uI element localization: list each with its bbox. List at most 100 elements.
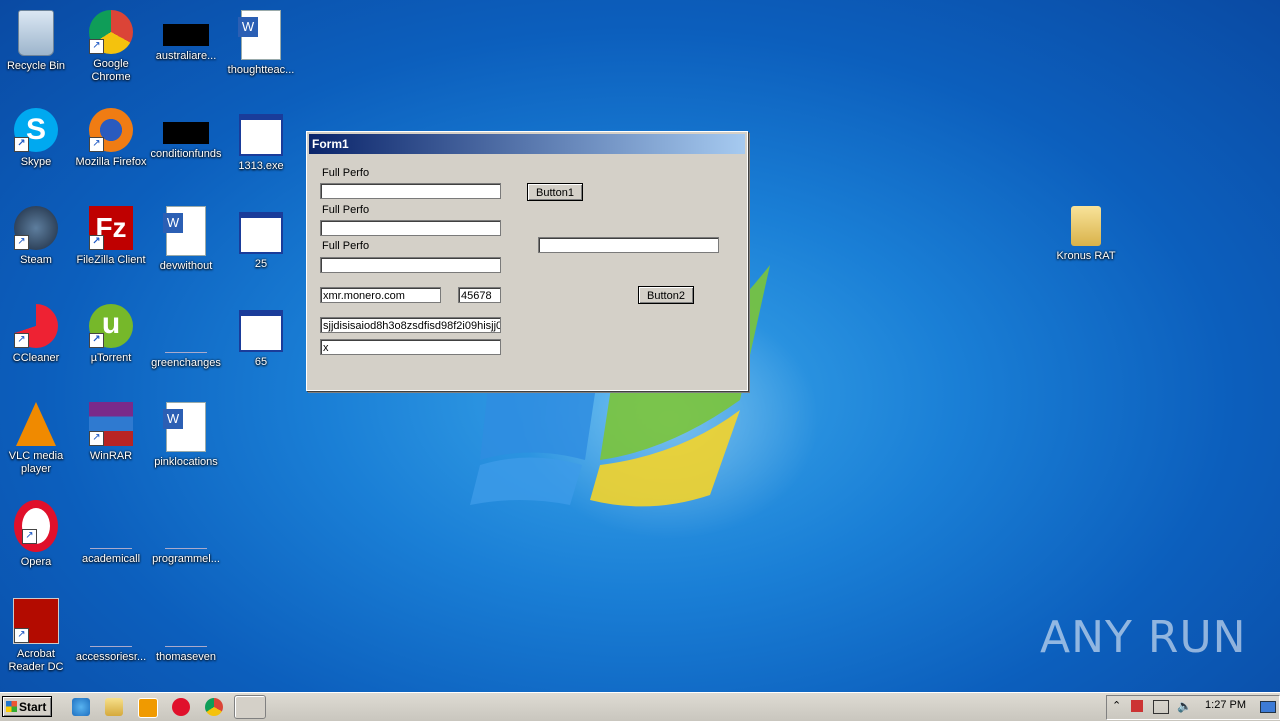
textbox-2[interactable]: [320, 220, 501, 236]
desktop-icon-65[interactable]: 65: [223, 300, 299, 369]
blank-file-icon: [90, 500, 132, 549]
desktop-icon-label: VLC media player: [8, 450, 64, 475]
firefox-icon: ↗: [89, 108, 133, 152]
desktop-icon-kronus-rat[interactable]: Kronus RAT: [1048, 202, 1124, 263]
executable-window-icon: [239, 114, 283, 156]
button1[interactable]: Button1: [527, 183, 583, 201]
desktop-icon-label: Steam: [20, 254, 52, 266]
vlc-cone-icon: [16, 402, 56, 446]
desktop-icon-recycle-bin[interactable]: Recycle Bin: [0, 6, 74, 73]
desktop-icon-label: 1313.exe: [238, 160, 284, 172]
desktop-icon-label: Mozilla Firefox: [75, 156, 147, 168]
system-tray: ⌃ 🔈: [1106, 695, 1280, 720]
desktop-icon-academicall[interactable]: academicall: [73, 496, 149, 566]
desktop-icon-pinklocations[interactable]: W pinklocations: [148, 398, 224, 469]
steam-icon: ↗: [14, 206, 58, 250]
word-document-icon: W: [238, 10, 281, 60]
kronus-app-icon[interactable]: [234, 695, 266, 719]
desktop-icon-firefox[interactable]: ↗ Mozilla Firefox: [73, 104, 149, 169]
acrobat-icon: ↗: [13, 598, 59, 644]
explorer-folder-icon[interactable]: [105, 698, 123, 716]
shortcut-arrow-icon: ↗: [14, 333, 29, 348]
desktop-icon-label: programmel...: [152, 553, 220, 565]
desktop-icon-label: FileZilla Client: [76, 254, 146, 266]
shortcut-arrow-icon: ↗: [89, 333, 104, 348]
desktop-icon-australiare[interactable]: australiare...: [148, 6, 224, 63]
filezilla-icon: Fz ↗: [89, 206, 133, 250]
taskbar: Start ⌃ 🔈 1:27 PM: [0, 692, 1280, 721]
desktop-icon-thoughtteac[interactable]: W thoughtteac...: [223, 6, 299, 77]
port-field[interactable]: 45678: [458, 287, 501, 303]
desktop-icon-label: 25: [254, 258, 268, 270]
password-field[interactable]: x: [320, 339, 501, 355]
folder-icon: [1071, 206, 1101, 246]
winrar-icon: ↗: [89, 402, 133, 446]
desktop-icon-thomaseven[interactable]: thomaseven: [148, 594, 224, 664]
show-desktop-icon[interactable]: [1260, 701, 1276, 713]
show-hidden-icons-icon[interactable]: ⌃: [1112, 699, 1121, 712]
desktop-icon-winrar[interactable]: ↗ WinRAR: [73, 398, 149, 463]
volume-icon[interactable]: 🔈: [1177, 699, 1192, 713]
desktop-icon-label: Kronus RAT: [1056, 250, 1116, 262]
desktop-icon-1313-exe[interactable]: 1313.exe: [223, 104, 299, 173]
shortcut-arrow-icon: ↗: [14, 628, 29, 643]
shortcut-arrow-icon: ↗: [89, 235, 104, 250]
textbox-1[interactable]: [320, 183, 501, 199]
desktop-icon-greenchanges[interactable]: greenchanges: [148, 300, 224, 370]
network-icon[interactable]: [1153, 700, 1169, 714]
desktop-icon-filezilla[interactable]: Fz ↗ FileZilla Client: [73, 202, 149, 267]
desktop-icon-label: thoughtteac...: [227, 64, 295, 76]
media-player-icon[interactable]: [138, 698, 158, 718]
chrome-icon: ↗: [89, 10, 133, 54]
desktop-icon-label: greenchanges: [151, 357, 221, 369]
blank-file-icon: [165, 598, 207, 647]
opera-icon[interactable]: [172, 698, 190, 716]
desktop-icon-label: Acrobat Reader DC: [8, 648, 64, 673]
form1-window[interactable]: Form1 Full Perfo Full Perfo Full Perfo x…: [306, 131, 748, 391]
desktop-icon-label: accessoriesr...: [75, 651, 147, 663]
desktop-icon-steam[interactable]: ↗ Steam: [0, 202, 74, 267]
desktop-icon-label: Recycle Bin: [6, 60, 66, 72]
shortcut-arrow-icon: ↗: [89, 39, 104, 54]
shortcut-arrow-icon: ↗: [89, 137, 104, 152]
windows-flag-icon: [6, 701, 17, 712]
desktop-icon-25[interactable]: 25: [223, 202, 299, 271]
desktop-icon-conditionfunds[interactable]: conditionfunds: [148, 104, 224, 161]
window-title-bar[interactable]: Form1: [309, 134, 745, 154]
start-button[interactable]: Start: [2, 696, 52, 717]
shortcut-arrow-icon: ↗: [14, 137, 29, 152]
action-center-flag-icon[interactable]: [1131, 700, 1143, 712]
clock[interactable]: 1:27 PM: [1205, 699, 1246, 711]
label-full-perfo-2: Full Perfo: [322, 204, 370, 216]
skype-icon: S ↗: [14, 108, 58, 152]
label-full-perfo-3: Full Perfo: [322, 240, 370, 252]
desktop-icon-google-chrome[interactable]: ↗ Google Chrome: [73, 6, 149, 84]
textbox-right[interactable]: [538, 237, 719, 253]
button2[interactable]: Button2: [638, 286, 694, 304]
start-label: Start: [19, 700, 47, 714]
ie-icon[interactable]: [72, 698, 90, 716]
shortcut-arrow-icon: ↗: [14, 235, 29, 250]
executable-window-icon: [239, 310, 283, 352]
desktop-icon-label: devwithout: [159, 260, 213, 272]
desktop-icon-label: WinRAR: [89, 450, 133, 462]
textbox-3[interactable]: [320, 257, 501, 273]
desktop-icon-ccleaner[interactable]: ↗ CCleaner: [0, 300, 74, 365]
desktop-icon-utorrent[interactable]: u ↗ µTorrent: [73, 300, 149, 365]
desktop-icon-skype[interactable]: S ↗ Skype: [0, 104, 74, 169]
desktop-icon-vlc[interactable]: VLC media player: [0, 398, 74, 476]
desktop-icon-label: µTorrent: [90, 352, 132, 364]
executable-window-icon: [239, 212, 283, 254]
desktop-icon-accessoriesr[interactable]: accessoriesr...: [73, 594, 149, 664]
desktop-icon-label: 65: [254, 356, 268, 368]
blank-file-icon: [165, 500, 207, 549]
desktop-icon-devwithout[interactable]: W devwithout: [148, 202, 224, 273]
pool-address-field[interactable]: xmr.monero.com: [320, 287, 441, 303]
desktop-icon-label: CCleaner: [12, 352, 60, 364]
blank-file-icon: [90, 598, 132, 647]
desktop-icon-programmel[interactable]: programmel...: [148, 496, 224, 566]
desktop-icon-acrobat[interactable]: ↗ Acrobat Reader DC: [0, 594, 74, 674]
desktop-icon-opera[interactable]: ↗ Opera: [0, 496, 74, 569]
wallet-field[interactable]: sjjdisisaiod8h3o8zsdfisd98f2i09hisjj09: [320, 317, 501, 333]
chrome-icon[interactable]: [205, 698, 223, 716]
